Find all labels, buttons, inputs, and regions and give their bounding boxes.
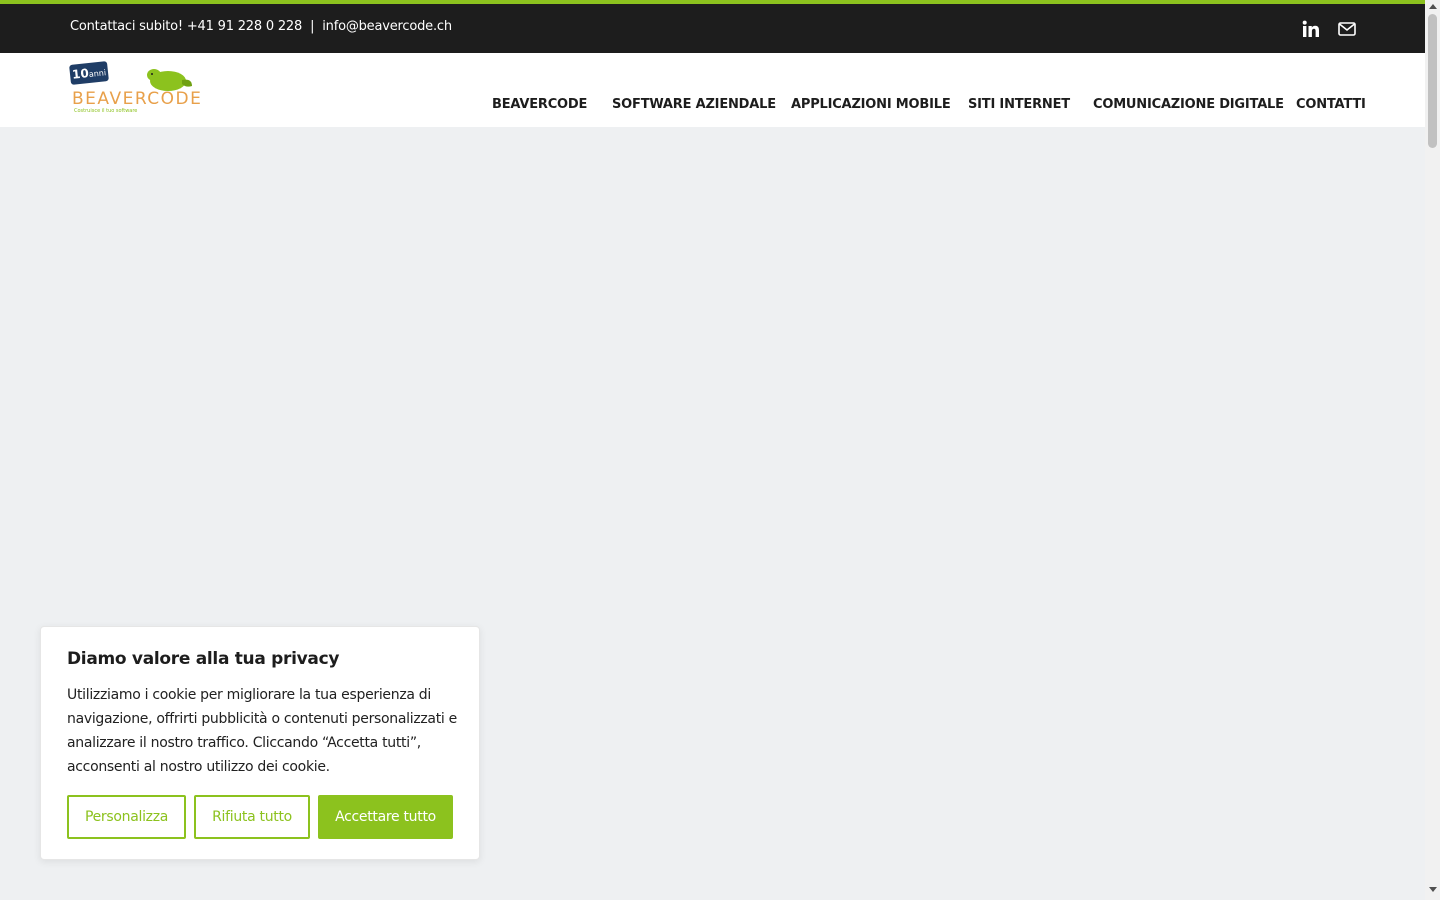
- customize-button[interactable]: Personalizza: [67, 795, 186, 839]
- nav-item-beavercode[interactable]: BEAVERCODE: [492, 97, 587, 115]
- accept-all-button[interactable]: Accettare tutto: [318, 795, 453, 839]
- cookie-description: Utilizziamo i cookie per migliorare la t…: [67, 687, 457, 775]
- nav-item-applicazioni-mobile[interactable]: APPLICAZIONI MOBILE: [791, 97, 951, 115]
- contact-separator: |: [310, 19, 315, 34]
- logo-tagline: Costruisce il tuo software: [74, 108, 138, 114]
- contact-info: Contattaci subito! +41 91 228 0 228 | info…: [70, 19, 452, 34]
- contact-email[interactable]: info@beavercode.ch: [322, 19, 452, 34]
- mail-icon[interactable]: [1336, 18, 1358, 40]
- scroll-down-arrow-icon[interactable]: [1429, 887, 1437, 892]
- page-scrollbar[interactable]: [1425, 0, 1440, 900]
- scroll-up-arrow-icon[interactable]: [1429, 4, 1437, 9]
- contact-phone[interactable]: Contattaci subito! +41 91 228 0 228: [70, 19, 302, 34]
- logo-brand: BEAVERCODE: [72, 89, 203, 109]
- nav-item-comunicazione-digitale[interactable]: COMUNICAZIONE DIGITALE: [1093, 97, 1284, 115]
- beavercode-logo[interactable]: 10anni BEAVERCODE Costruisce il tuo soft…: [69, 61, 201, 115]
- badge-number: 10: [71, 66, 90, 82]
- cookie-consent-banner: Diamo valore alla tua privacy Utilizziam…: [40, 626, 480, 860]
- top-bar: Contattaci subito! +41 91 228 0 228 | info…: [0, 0, 1425, 53]
- nav-item-siti-internet[interactable]: SITI INTERNET: [968, 97, 1070, 115]
- scroll-thumb[interactable]: [1428, 14, 1437, 148]
- nav-item-contatti[interactable]: CONTATTI: [1296, 97, 1366, 115]
- badge-word: anni: [88, 68, 107, 79]
- site-header: 10anni BEAVERCODE Costruisce il tuo soft…: [0, 53, 1425, 127]
- cookie-title: Diamo valore alla tua privacy: [67, 649, 340, 669]
- nav-item-software-aziendale[interactable]: SOFTWARE AZIENDALE: [612, 97, 776, 115]
- linkedin-icon[interactable]: [1300, 18, 1322, 40]
- reject-all-button[interactable]: Rifiuta tutto: [194, 795, 310, 839]
- anniversary-badge: 10anni: [69, 61, 109, 85]
